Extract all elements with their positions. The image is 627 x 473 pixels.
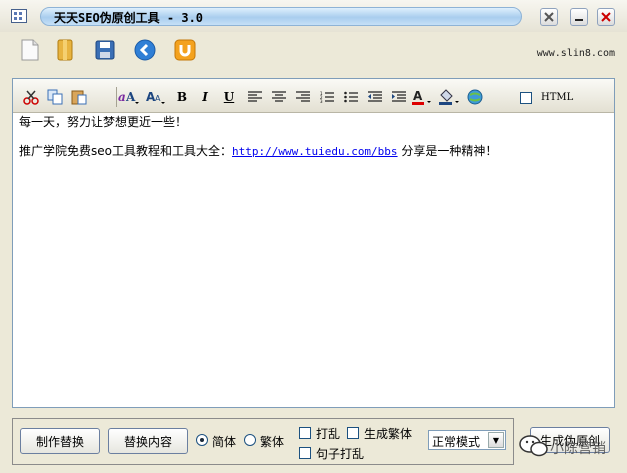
- numbered-list-button[interactable]: 123: [318, 89, 336, 105]
- traditional-radio[interactable]: [244, 434, 256, 446]
- tools-icon: [544, 12, 554, 22]
- simplified-radio[interactable]: [196, 434, 208, 446]
- svg-text:a: a: [118, 90, 126, 104]
- globe-link-icon: [467, 89, 483, 105]
- italic-button[interactable]: I: [196, 89, 214, 105]
- minimize-icon: [575, 19, 583, 21]
- font-size-button[interactable]: AA: [146, 89, 166, 105]
- insert-link-button[interactable]: [466, 89, 484, 105]
- font-style-button[interactable]: aA: [118, 89, 140, 105]
- sentence-shuffle-label: 句子打乱: [316, 447, 365, 461]
- bullet-list-button[interactable]: [342, 89, 360, 105]
- editor-line-2: 推广学院免费seo工具教程和工具大全：http://www.tuiedu.com…: [19, 144, 497, 159]
- align-right-icon: [296, 91, 310, 102]
- editor-frame: aA AA B I U 123 A HTML 每一天，努力让梦想更近一些！ 推广…: [12, 78, 615, 408]
- align-center-icon: [272, 91, 286, 102]
- svg-text:A: A: [413, 89, 423, 103]
- watermark-text: 小陈营销: [550, 441, 606, 457]
- copy-button[interactable]: [46, 89, 64, 105]
- bullet-list-icon: [344, 91, 358, 103]
- indent-icon: [392, 91, 406, 102]
- settings-button[interactable]: [540, 8, 558, 26]
- outdent-button[interactable]: [366, 89, 384, 105]
- undo-button[interactable]: [173, 38, 197, 62]
- outdent-icon: [368, 91, 382, 102]
- gen-traditional-label: 生成繁体: [364, 427, 413, 441]
- font-color-icon: A: [412, 89, 431, 105]
- indent-button[interactable]: [390, 89, 408, 105]
- format-toolbar: aA AA B I U 123 A HTML: [13, 79, 614, 113]
- align-right-button[interactable]: [294, 89, 312, 105]
- html-mode-checkbox[interactable]: [520, 92, 532, 104]
- mode-select[interactable]: 正常模式 ▼: [428, 430, 506, 450]
- numbered-list-icon: 123: [320, 91, 334, 103]
- promo-suffix: 分享是一种精神！: [397, 144, 498, 158]
- font-color-button[interactable]: A: [412, 89, 432, 105]
- promo-text: 推广学院免费seo工具教程和工具大全：: [19, 144, 232, 158]
- bold-button[interactable]: B: [173, 89, 191, 105]
- close-button[interactable]: [597, 8, 615, 26]
- gen-traditional-checkbox[interactable]: [347, 427, 359, 439]
- main-toolbar: [0, 32, 627, 70]
- underline-button[interactable]: U: [220, 89, 238, 105]
- font-size-icon: AA: [146, 90, 165, 104]
- close-icon: [601, 12, 611, 22]
- back-button[interactable]: [133, 38, 157, 62]
- shuffle-label: 打乱: [316, 427, 341, 441]
- save-disk-icon: [95, 40, 115, 60]
- window-title: 天天SEO伪原创工具 - 3.0: [54, 11, 204, 25]
- paste-icon: [71, 90, 87, 105]
- app-icon: [11, 9, 27, 23]
- mode-select-value: 正常模式: [432, 435, 481, 449]
- forum-link[interactable]: http://www.tuiedu.com/bbs: [232, 145, 398, 158]
- bg-color-button[interactable]: [438, 89, 460, 105]
- save-button[interactable]: [93, 38, 117, 62]
- undo-icon: [174, 39, 196, 61]
- traditional-label: 繁体: [260, 435, 285, 449]
- font-style-icon: aA: [118, 90, 139, 104]
- paint-bucket-icon: [439, 89, 459, 105]
- chevron-down-icon[interactable]: ▼: [488, 432, 504, 448]
- align-left-button[interactable]: [246, 89, 264, 105]
- make-replace-button[interactable]: 制作替换: [20, 428, 100, 454]
- watermark: 小陈营销: [519, 432, 625, 462]
- align-left-icon: [248, 91, 262, 102]
- svg-text:3: 3: [320, 99, 323, 103]
- options-panel: 制作替换 替换内容 简体 繁体 打乱 生成繁体 句子打乱 正常模式 ▼: [12, 418, 514, 465]
- svg-text:A: A: [125, 90, 136, 104]
- minimize-button[interactable]: [570, 8, 588, 26]
- paste-button[interactable]: [70, 89, 88, 105]
- copy-icon: [47, 89, 63, 105]
- svg-text:A: A: [155, 94, 161, 103]
- html-mode-label: HTML: [541, 92, 574, 103]
- new-file-icon: [21, 39, 39, 61]
- wechat-logo-icon: [519, 435, 548, 457]
- toolbar-separator: [116, 87, 117, 107]
- shuffle-checkbox[interactable]: [299, 427, 311, 439]
- open-button[interactable]: [53, 38, 77, 62]
- replace-content-button[interactable]: 替换内容: [108, 428, 188, 454]
- sentence-shuffle-checkbox[interactable]: [299, 447, 311, 459]
- site-url: www.slin8.com: [536, 48, 615, 59]
- align-center-button[interactable]: [270, 89, 288, 105]
- back-arrow-icon: [134, 39, 156, 61]
- title-bar: 天天SEO伪原创工具 - 3.0: [0, 0, 627, 32]
- scissors-icon: [23, 90, 39, 105]
- editor-line-1: 每一天，努力让梦想更近一些！: [19, 115, 188, 129]
- open-book-icon: [57, 39, 73, 61]
- simplified-label: 简体: [212, 435, 237, 449]
- new-file-button[interactable]: [18, 38, 42, 62]
- cut-button[interactable]: [22, 89, 40, 105]
